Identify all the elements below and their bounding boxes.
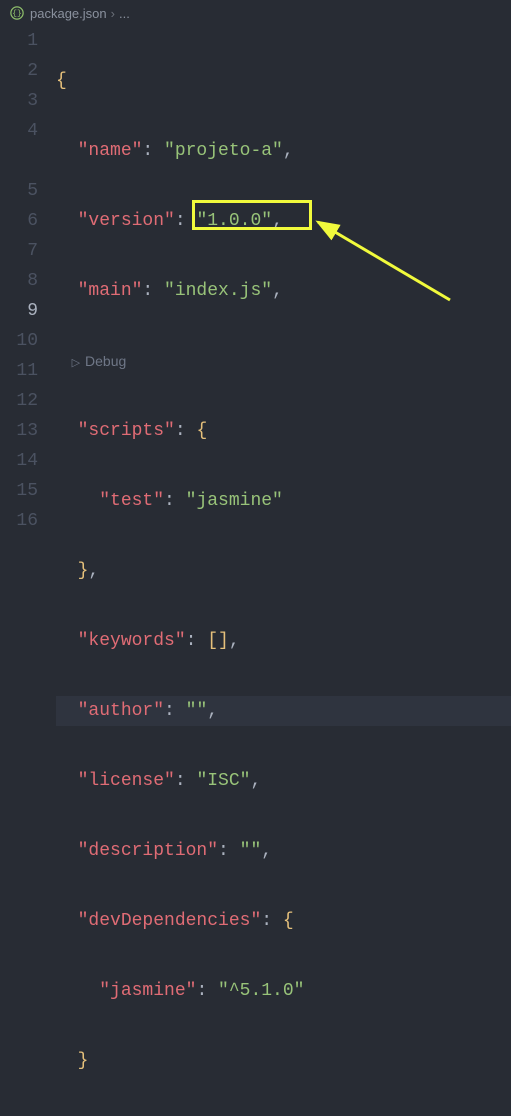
breadcrumb[interactable]: {} package.json › ... <box>0 0 511 26</box>
code-line[interactable]: "description": "", <box>56 836 511 866</box>
line-number: 9 <box>0 296 38 326</box>
json-file-icon: {} <box>10 6 24 20</box>
play-icon: ▷ <box>72 357 80 369</box>
line-number: 6 <box>0 206 38 236</box>
line-number: 4 <box>0 116 38 146</box>
line-number: 12 <box>0 386 38 416</box>
line-number: 10 <box>0 326 38 356</box>
code-line[interactable]: "keywords": [], <box>56 626 511 656</box>
line-number-gutter: 1 2 3 4 5 6 7 8 9 10 11 12 13 14 15 16 <box>0 26 56 1116</box>
code-line[interactable]: } <box>56 1046 511 1076</box>
breadcrumb-file[interactable]: package.json <box>30 6 107 21</box>
line-number: 7 <box>0 236 38 266</box>
line-number: 1 <box>0 26 38 56</box>
code-line[interactable]: "name": "projeto-a", <box>56 136 511 166</box>
line-number: 11 <box>0 356 38 386</box>
code-line[interactable]: "author": "", <box>56 696 511 726</box>
line-number: 3 <box>0 86 38 116</box>
breadcrumb-separator: › <box>111 6 115 21</box>
code-line[interactable]: }, <box>56 556 511 586</box>
code-editor[interactable]: 1 2 3 4 5 6 7 8 9 10 11 12 13 14 15 16 {… <box>0 26 511 1116</box>
code-area[interactable]: { "name": "projeto-a", "version": "1.0.0… <box>56 26 511 1116</box>
code-line[interactable]: { <box>56 66 511 96</box>
line-number: 8 <box>0 266 38 296</box>
code-line[interactable]: "license": "ISC", <box>56 766 511 796</box>
line-number: 15 <box>0 476 38 506</box>
code-line[interactable]: "version": "1.0.0", <box>56 206 511 236</box>
code-line[interactable]: "jasmine": "^5.1.0" <box>56 976 511 1006</box>
codelens-gutter <box>0 146 38 176</box>
code-line[interactable]: "scripts": { <box>56 416 511 446</box>
code-line[interactable]: "devDependencies": { <box>56 906 511 936</box>
codelens-debug[interactable]: ▷Debug <box>56 346 511 376</box>
code-line[interactable]: "test": "jasmine" <box>56 486 511 516</box>
line-number: 16 <box>0 506 38 536</box>
svg-text:{}: {} <box>12 10 21 19</box>
line-number: 2 <box>0 56 38 86</box>
code-line[interactable]: "main": "index.js", <box>56 276 511 306</box>
line-number: 14 <box>0 446 38 476</box>
breadcrumb-more[interactable]: ... <box>119 6 130 21</box>
line-number: 5 <box>0 176 38 206</box>
line-number: 13 <box>0 416 38 446</box>
